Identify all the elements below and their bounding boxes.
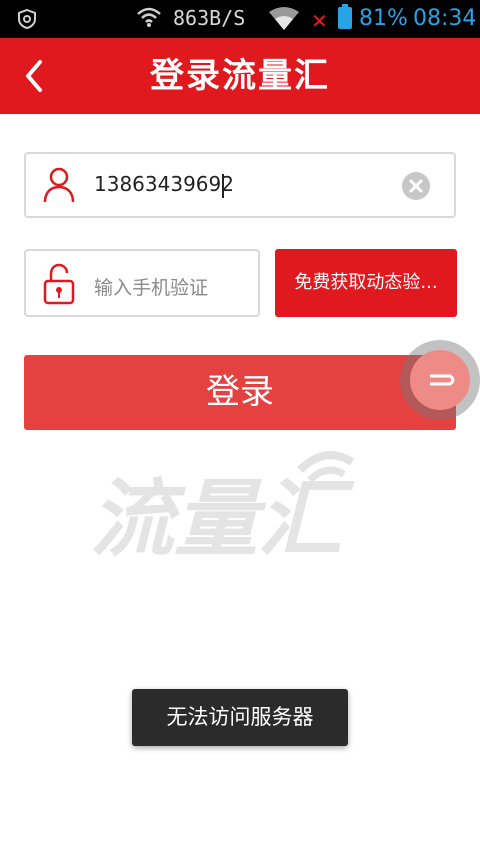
app-header: 登录流量汇	[0, 38, 480, 114]
wifi-icon	[137, 7, 161, 27]
wifi-signal-icon	[269, 7, 299, 30]
code-placeholder: 输入手机验证	[94, 277, 209, 299]
network-speed: 863B/S	[173, 6, 246, 30]
page-title: 登录流量汇	[150, 56, 330, 96]
logo-text: 流量汇	[90, 470, 355, 560]
login-button[interactable]: 登录	[24, 355, 456, 430]
clear-icon[interactable]	[402, 172, 430, 200]
status-bar: 863B/S ✕ 81% 08:34	[0, 0, 480, 38]
float-assist-button[interactable]	[400, 340, 480, 420]
get-code-button[interactable]: 免费获取动态验...	[275, 249, 457, 317]
no-signal-icon: ✕	[311, 9, 328, 33]
phone-value: 13863439692	[94, 172, 234, 196]
code-input[interactable]: 输入手机验证	[24, 249, 260, 317]
user-icon	[43, 167, 75, 203]
clear-x-icon	[409, 179, 423, 193]
float-assist-icon	[410, 350, 470, 410]
phone-input[interactable]: 13863439692	[24, 152, 456, 218]
text-cursor	[222, 174, 224, 198]
lock-icon	[43, 263, 75, 305]
battery-percent: 81%	[359, 6, 408, 31]
battery-icon	[338, 4, 352, 29]
toast-message: 无法访问服务器	[132, 689, 348, 746]
brand-logo-watermark: 流量汇	[90, 440, 400, 568]
shield-icon	[18, 8, 36, 30]
clock: 08:34	[413, 6, 477, 31]
